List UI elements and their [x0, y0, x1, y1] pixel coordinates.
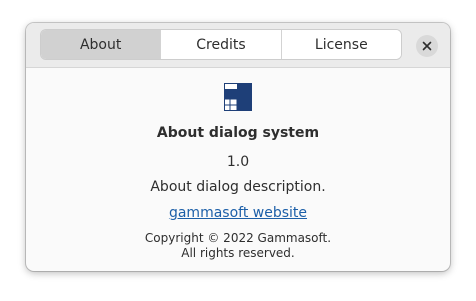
app-description: About dialog description. — [150, 179, 326, 195]
app-logo-icon — [224, 83, 252, 111]
tab-about[interactable]: About — [41, 30, 161, 59]
app-version: 1.0 — [226, 154, 250, 170]
close-button[interactable] — [416, 35, 438, 57]
copyright-text: Copyright © 2022 Gammasoft. All rights r… — [26, 231, 450, 261]
copyright-line: Copyright © 2022 Gammasoft. — [144, 231, 332, 245]
tab-credits[interactable]: Credits — [160, 30, 281, 59]
about-dialog: About Credits License About dialog syste… — [26, 23, 450, 271]
app-name: About dialog system — [156, 125, 320, 141]
close-icon — [422, 41, 432, 51]
tab-bar: About Credits License — [40, 29, 402, 60]
rights-line: All rights reserved. — [181, 246, 295, 260]
website-container: gammasoft website — [26, 205, 450, 221]
dialog-header: About Credits License — [26, 23, 450, 68]
website-link[interactable]: gammasoft website — [169, 205, 307, 221]
about-content: About dialog system 1.0 About dialog des… — [26, 68, 450, 271]
tab-license[interactable]: License — [280, 30, 401, 59]
